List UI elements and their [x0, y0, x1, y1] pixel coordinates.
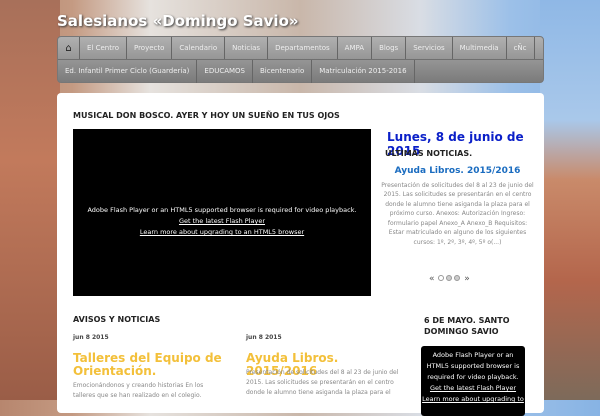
nav-item[interactable]: cÑc [507, 37, 535, 59]
nav-item[interactable]: Bicentenario [253, 60, 313, 83]
slide-dot[interactable] [446, 275, 453, 281]
main-content: MUSICAL DON BOSCO. AYER Y HOY UN SUEÑO E… [57, 93, 544, 416]
nav-item[interactable]: Proyecto [127, 37, 173, 59]
background-photo-right [540, 0, 600, 400]
video-player[interactable]: Adobe Flash Player or an HTML5 supported… [73, 129, 371, 296]
slider-pager: « » [429, 274, 470, 284]
nav-item[interactable]: Ed. Infantil Primer Ciclo (Guardería) [58, 60, 198, 83]
slide-dot[interactable] [438, 275, 445, 281]
post-excerpt: Presentación de solicitudes del 8 al 23 … [246, 369, 399, 396]
slide-dot[interactable] [454, 275, 461, 281]
main-nav: ⌂ El Centro Proyecto Calendario Noticias Depa… [57, 36, 544, 83]
video-player-small[interactable]: Adobe Flash Player or an HTML5 supported… [421, 346, 525, 416]
nav-item[interactable]: Departamentos [268, 37, 338, 59]
site-title[interactable]: Salesianos «Domingo Savio» [57, 12, 299, 30]
savio-heading: 6 DE MAYO. SANTO DOMINGO SAVIO [424, 316, 510, 336]
post-date: jun 8 2015 [246, 334, 282, 341]
flash-message: Adobe Flash Player or an HTML5 supported… [87, 206, 357, 214]
next-button[interactable]: » [464, 274, 470, 284]
post-title[interactable]: Talleres del Equipo de Orientación. [73, 352, 223, 378]
nav-item[interactable]: Blogs [372, 37, 407, 59]
post-excerpt: Emocionándonos y creando historias En lo… [73, 382, 204, 399]
flash-link[interactable]: Get the latest Flash Player [73, 216, 371, 227]
flash-link[interactable]: Get the latest Flash Player [421, 383, 525, 394]
prev-button[interactable]: « [429, 274, 435, 284]
news-text: Presentación de solicitudes del 8 al 23 … [381, 181, 534, 246]
nav-item[interactable]: Noticias [225, 37, 269, 59]
latest-news-heading: ÚLTIMAS NOTICIAS. [385, 149, 473, 158]
featured-heading: MUSICAL DON BOSCO. AYER Y HOY UN SUEÑO E… [73, 111, 340, 120]
html5-link[interactable]: Learn more about upgrading to an HTML5 b… [73, 227, 371, 238]
news-slider: Ayuda Libros. 2015/2016 Presentación de … [380, 159, 535, 247]
nav-item[interactable]: Servicios [406, 37, 453, 59]
news-title[interactable]: Ayuda Libros. 2015/2016 [380, 166, 535, 177]
flash-message: Adobe Flash Player or an HTML5 supported… [426, 351, 520, 381]
post-date: jun 8 2015 [73, 334, 109, 341]
home-icon[interactable]: ⌂ [58, 37, 80, 59]
background-photo [0, 0, 60, 400]
nav-item[interactable]: El Centro [80, 37, 127, 59]
nav-item[interactable]: Calendario [172, 37, 226, 59]
nav-item[interactable]: AMPA [338, 37, 373, 59]
nav-item[interactable]: EDUCAMOS [197, 60, 253, 83]
avisos-heading: AVISOS Y NOTICIAS [73, 315, 161, 324]
nav-item[interactable]: Matriculación 2015-2016 [312, 60, 415, 83]
nav-item[interactable]: Multimedia [453, 37, 507, 59]
